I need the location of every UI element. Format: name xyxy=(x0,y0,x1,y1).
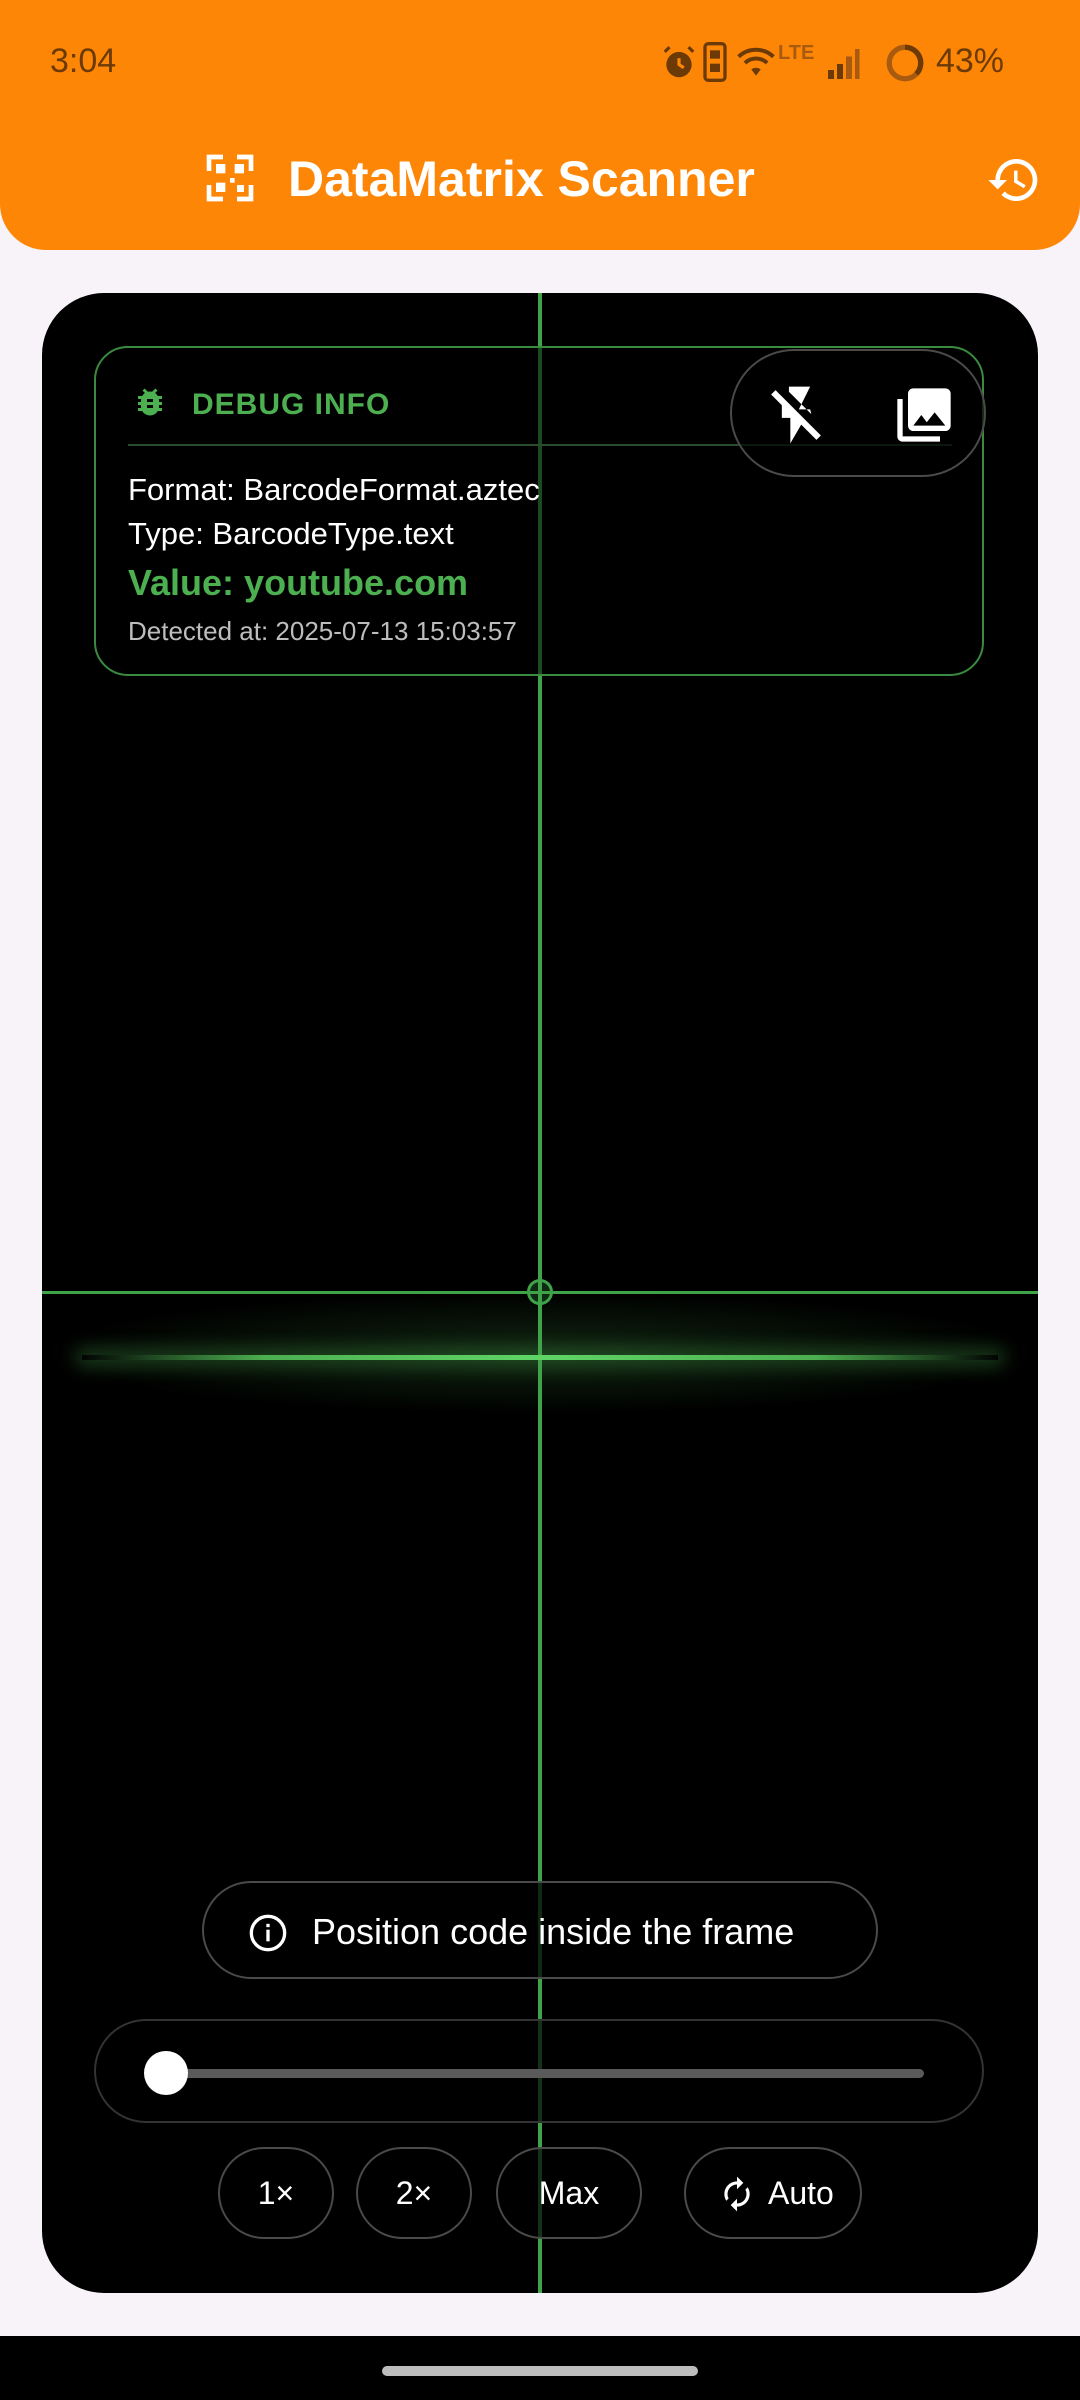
flash-off-icon[interactable] xyxy=(762,381,830,449)
debug-format: Format: BarcodeFormat.aztec xyxy=(128,472,540,507)
zoom-auto-label: Auto xyxy=(768,2175,834,2211)
zoom-slider-track[interactable] xyxy=(164,2069,924,2078)
history-icon[interactable] xyxy=(986,152,1042,208)
zoom-max-button[interactable]: Max xyxy=(496,2147,642,2239)
scan-hint: Position code inside the frame xyxy=(202,1881,878,1979)
zoom-slider-thumb[interactable] xyxy=(144,2051,188,2095)
debug-detected-at: Detected at: 2025-07-13 15:03:57 xyxy=(128,616,517,646)
scanner-view[interactable]: DEBUG INFO Format: BarcodeFormat.aztec T… xyxy=(42,293,1038,2293)
gallery-icon[interactable] xyxy=(892,383,956,447)
crosshair-center xyxy=(527,1279,553,1305)
info-icon xyxy=(249,1914,287,1952)
network-type: LTE xyxy=(778,42,815,64)
battery-icon xyxy=(886,44,924,82)
debug-type: Type: BarcodeType.text xyxy=(128,516,454,551)
bug-icon xyxy=(138,388,162,416)
home-gesture-handle[interactable] xyxy=(382,2366,698,2376)
hint-text: Position code inside the frame xyxy=(312,1911,795,1952)
qr-code-icon xyxy=(206,154,254,202)
zoom-slider-container xyxy=(94,2019,984,2123)
sim-icon xyxy=(703,42,727,82)
app-bar: 3:04 LTE 43% DataMatrix Scanner xyxy=(0,0,1080,250)
wifi-icon xyxy=(737,47,775,76)
camera-controls xyxy=(730,349,986,477)
refresh-icon xyxy=(724,2176,750,2212)
zoom-2x-button[interactable]: 2× xyxy=(356,2147,472,2239)
alarm-icon xyxy=(663,46,695,78)
zoom-auto-button[interactable]: Auto xyxy=(684,2147,862,2239)
status-icons: LTE xyxy=(660,36,1080,86)
app-title: DataMatrix Scanner xyxy=(288,151,755,207)
battery-level: 43% xyxy=(935,42,1004,80)
scan-line xyxy=(82,1355,998,1360)
zoom-1x-button[interactable]: 1× xyxy=(218,2147,334,2239)
debug-title: DEBUG INFO xyxy=(192,388,391,421)
signal-icon xyxy=(828,49,860,79)
system-nav-bar xyxy=(0,2336,1080,2400)
status-time: 3:04 xyxy=(50,42,117,80)
debug-value: Value: youtube.com xyxy=(128,562,469,603)
